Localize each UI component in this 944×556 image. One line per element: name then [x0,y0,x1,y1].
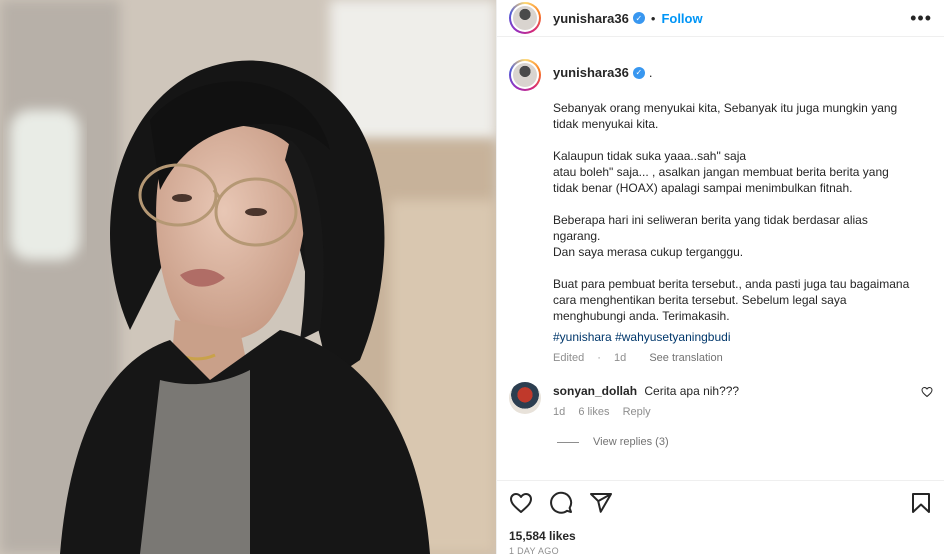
comment-text: Cerita apa nih??? [644,384,740,398]
view-replies[interactable]: View replies (3) [497,418,944,448]
caption-meta: Edited · 1d See translation [553,352,913,364]
verified-badge-icon: ✓ [632,12,645,24]
see-translation-link[interactable]: See translation [649,352,722,364]
share-icon[interactable] [589,491,613,515]
reply-button[interactable]: Reply [623,406,651,418]
replies-divider [557,441,579,443]
verified-badge-icon: ✓ [632,66,645,79]
post-actions: 15,584 likes 1 DAY AGO [497,480,944,556]
comment-likes[interactable]: 6 likes [578,406,609,418]
more-options-icon[interactable]: ••• [910,8,932,29]
post-caption: yunishara36 ✓ . Sebanyak orang menyukai … [497,47,944,364]
heart-icon[interactable] [509,491,533,515]
caption-suffix: . [648,65,653,80]
instagram-post: yunishara36 ✓ • Follow ••• yunishara36 ✓… [0,0,944,556]
action-icons [509,489,933,517]
post-image [0,0,496,554]
commenter-avatar[interactable] [509,382,541,414]
likes-count[interactable]: 15,584 likes [509,529,933,543]
caption-text: Sebanyak orang menyukai kita, Sebanyak i… [553,101,910,323]
comment-age: 1d [553,406,566,418]
view-replies-link[interactable]: View replies (3) [593,436,669,448]
bookmark-icon[interactable] [909,491,933,515]
caption-avatar[interactable] [509,59,541,91]
comments-section[interactable]: yunishara36 ✓ . Sebanyak orang menyukai … [497,47,944,480]
caption-username[interactable]: yunishara36 [553,65,629,80]
comment-icon[interactable] [549,491,573,515]
post-timestamp: 1 DAY AGO [509,546,559,556]
commenter-username[interactable]: sonyan_dollah [553,384,637,398]
post-header: yunishara36 ✓ • Follow ••• [497,0,944,37]
comment-item: sonyan_dollah Cerita apa nih??? 1d 6 lik… [497,364,944,418]
small-heart-icon[interactable] [921,386,933,398]
author-username[interactable]: yunishara36 [553,11,629,26]
post-photo[interactable] [0,0,496,554]
author-avatar[interactable] [509,2,541,34]
comment-meta: 1d 6 likes Reply [553,406,739,418]
hashtag-link[interactable]: #wahyusetyaningbudi [615,330,730,344]
caption-hashtags: #yunishara #wahyusetyaningbudi [553,330,913,344]
edited-label: Edited · 1d [553,352,627,364]
hashtag-link[interactable]: #yunishara [553,330,612,344]
follow-button[interactable]: Follow [661,11,702,26]
post-side-panel: yunishara36 ✓ • Follow ••• yunishara36 ✓… [496,0,944,556]
header-separator: • [650,10,656,26]
